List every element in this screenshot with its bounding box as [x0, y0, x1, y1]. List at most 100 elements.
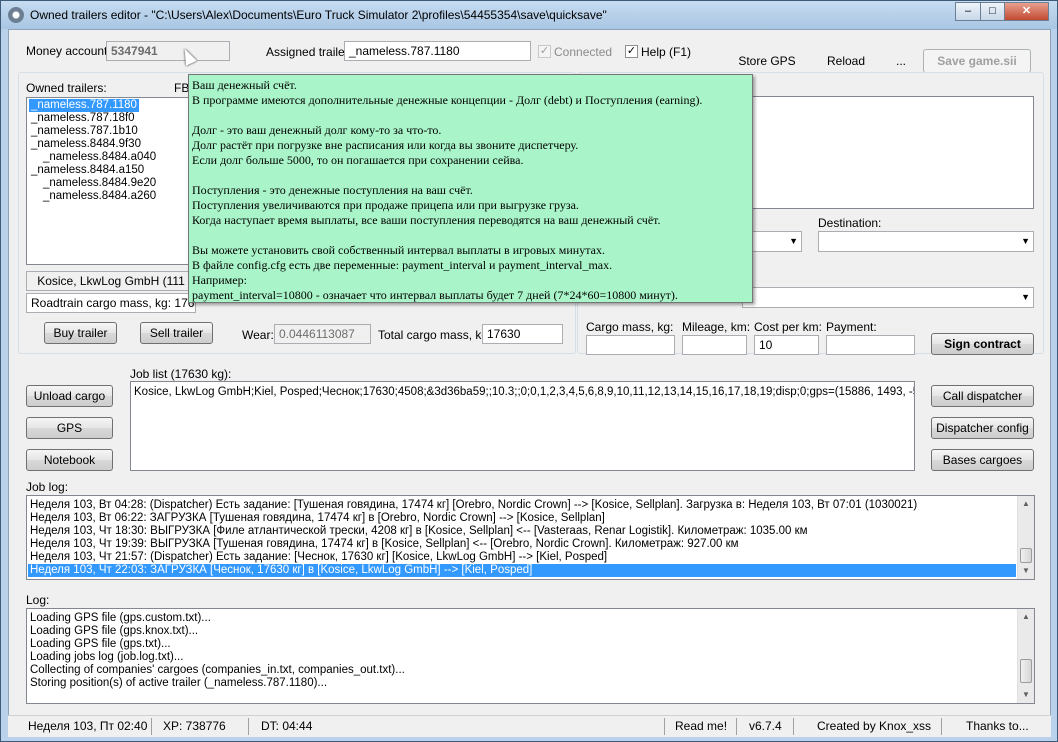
list-item[interactable]: Неделя 103, Чт 19:39: ВЫГРУЗКА [Тушеная …: [30, 538, 739, 551]
owned-trailers-label: Owned trailers:: [26, 81, 107, 95]
tree-item[interactable]: _nameless.787.1180: [29, 99, 139, 112]
main-window: * Owned trailers editor - "C:\Users\Alex…: [0, 0, 1058, 742]
title-bar[interactable]: * Owned trailers editor - "C:\Users\Alex…: [1, 1, 1057, 29]
log-label: Log:: [26, 593, 50, 607]
list-item: Loading GPS file (gps.custom.txt)...: [30, 612, 211, 624]
status-divider: [941, 718, 942, 735]
log-scrollbar[interactable]: ▲ ▼: [1017, 609, 1034, 703]
tooltip-line: Поступления - это денежные поступления н…: [192, 183, 473, 197]
tooltip-line: Долг - это ваш денежный долг кому-то за …: [192, 123, 442, 137]
tooltip-line: В файле config.cfg есть две переменные: …: [192, 258, 613, 272]
tree-item[interactable]: _nameless.8484.a150: [31, 164, 144, 177]
total-cargo-field[interactable]: 17630: [482, 324, 563, 344]
tooltip-line: В программе имеются дополнительные денеж…: [192, 93, 703, 107]
list-item-selected[interactable]: Неделя 103, Чт 22:03: ЗАГРУЗКА [Чеснок, …: [28, 564, 1016, 577]
log-list[interactable]: Loading GPS file (gps.custom.txt)... Loa…: [26, 608, 1035, 704]
tooltip-line: Поступления увеличиваются при продаже пр…: [192, 198, 579, 212]
money-field[interactable]: 5347941: [106, 41, 230, 61]
list-item[interactable]: Неделя 103, Вт 04:28: (Dispatcher) Есть …: [30, 499, 917, 512]
list-item[interactable]: Неделя 103, Чт 21:57: (Dispatcher) Есть …: [30, 551, 607, 564]
sell-trailer-button[interactable]: Sell trailer: [140, 322, 213, 344]
payment-field[interactable]: [826, 335, 915, 355]
mileage-field[interactable]: [682, 335, 747, 355]
job-list-label: Job list (17630 kg):: [130, 367, 232, 381]
tooltip-line: Ваш денежный счёт.: [192, 78, 297, 92]
notebook-button[interactable]: Notebook: [26, 449, 113, 471]
buy-trailer-button[interactable]: Buy trailer: [44, 322, 117, 344]
thanks-link[interactable]: Thanks to...: [966, 719, 1029, 733]
tree-item[interactable]: _nameless.8484.9f30: [31, 138, 141, 151]
job-log-label: Job log:: [26, 480, 69, 494]
status-date: Неделя 103, Пт 02:40: [28, 719, 148, 733]
sign-contract-button[interactable]: Sign contract: [931, 333, 1034, 355]
status-xp: XP: 738776: [163, 719, 226, 733]
store-gps-button[interactable]: Store GPS: [735, 54, 799, 68]
tree-item[interactable]: _nameless.8484.a040: [43, 151, 156, 164]
read-me-link[interactable]: Read me!: [675, 719, 727, 733]
more-button[interactable]: ...: [891, 54, 911, 68]
status-dt: DT: 04:44: [261, 719, 313, 733]
tooltip-line: Долг растёт при погрузке вне расписания …: [192, 138, 579, 152]
scroll-up-icon[interactable]: ▲: [1018, 496, 1034, 512]
owned-trailers-tree[interactable]: _nameless.787.1180 _nameless.787.18f0 _n…: [26, 97, 196, 265]
chevron-down-icon: ▼: [789, 236, 798, 246]
scroll-up-icon[interactable]: ▲: [1018, 609, 1034, 625]
cost-per-km-field[interactable]: 10: [754, 335, 819, 355]
tooltip-line: Если долг больше 5000, то он погашается …: [192, 153, 524, 167]
maximize-button[interactable]: □: [980, 2, 1005, 21]
tooltip-line: Например:: [192, 273, 247, 287]
reload-button[interactable]: Reload: [821, 54, 871, 68]
scroll-thumb[interactable]: [1020, 548, 1032, 563]
list-item[interactable]: Неделя 103, Вт 06:22: ЗАГРУЗКА [Тушеная …: [30, 512, 605, 525]
chevron-down-icon: ▼: [1021, 236, 1030, 246]
gps-button[interactable]: GPS: [26, 417, 113, 439]
dispatcher-config-button[interactable]: Dispatcher config: [931, 417, 1034, 439]
help-checkbox[interactable]: ✓: [625, 45, 638, 58]
status-version: v6.7.4: [749, 719, 782, 733]
destination-select[interactable]: ▼: [818, 231, 1034, 252]
scroll-down-icon[interactable]: ▼: [1018, 563, 1034, 579]
mileage-label: Mileage, km:: [682, 320, 751, 334]
tree-item[interactable]: _nameless.787.1b10: [31, 125, 138, 138]
wear-field[interactable]: 0.0446113087: [274, 324, 371, 344]
bases-cargoes-button[interactable]: Bases cargoes: [931, 449, 1034, 471]
list-item: Storing position(s) of active trailer (_…: [30, 677, 328, 689]
scroll-down-icon[interactable]: ▼: [1018, 687, 1034, 703]
total-cargo-label: Total cargo mass, kg:: [378, 328, 492, 342]
tooltip-line: Вы можете установить свой собственный ин…: [192, 243, 605, 257]
cargo-mass-label: Cargo mass, kg:: [586, 320, 674, 334]
created-by-link[interactable]: Created by Knox_xss: [817, 719, 931, 733]
list-item: Loading GPS file (gps.knox.txt)...: [30, 625, 199, 637]
company-field: Kosice, LkwLog GmbH (111: [26, 271, 196, 291]
window-title: Owned trailers editor - "C:\Users\Alex\D…: [30, 8, 607, 22]
call-dispatcher-button[interactable]: Call dispatcher: [931, 385, 1034, 407]
save-game-button[interactable]: Save game.sii: [923, 49, 1031, 73]
status-divider: [664, 718, 665, 735]
list-item[interactable]: Неделя 103, Чт 18:30: ВЫГРУЗКА [Филе атл…: [30, 525, 808, 538]
cargo-select[interactable]: ▼: [742, 287, 1034, 308]
wear-label: Wear:: [242, 328, 274, 342]
tooltip-line: Когда наступает время выплаты, все ваши …: [192, 213, 661, 227]
close-button[interactable]: ✕: [1004, 2, 1049, 21]
tooltip-line: [192, 168, 749, 183]
tooltip-line: [192, 108, 749, 123]
scroll-thumb[interactable]: [1020, 659, 1032, 683]
unload-cargo-button[interactable]: Unload cargo: [26, 385, 113, 407]
money-tooltip: Ваш денежный счёт. В программе имеются д…: [188, 74, 753, 303]
cargo-mass-field[interactable]: [586, 335, 675, 355]
status-divider: [793, 718, 794, 735]
job-log-list[interactable]: Неделя 103, Вт 04:28: (Dispatcher) Есть …: [26, 495, 1035, 580]
tree-item[interactable]: _nameless.8484.a260: [43, 190, 156, 203]
assigned-trailer-field[interactable]: _nameless.787.1180: [344, 41, 531, 61]
list-item: Collecting of companies' cargoes (compan…: [30, 664, 405, 676]
tree-item[interactable]: _nameless.787.18f0: [31, 112, 135, 125]
tooltip-line: [192, 228, 749, 243]
assigned-trailer-label: Assigned trailer:: [266, 45, 353, 59]
connected-checkbox[interactable]: ✓: [538, 45, 551, 58]
job-log-scrollbar[interactable]: ▲ ▼: [1017, 496, 1034, 579]
contract-text-box[interactable]: [744, 96, 1034, 209]
job-list-box[interactable]: Kosice, LkwLog GmbH;Kiel, Posped;Чеснок;…: [130, 381, 915, 471]
app-gear-icon: *: [8, 7, 24, 23]
tree-item[interactable]: _nameless.8484.9e20: [43, 177, 156, 190]
minimize-button[interactable]: –: [955, 2, 981, 21]
